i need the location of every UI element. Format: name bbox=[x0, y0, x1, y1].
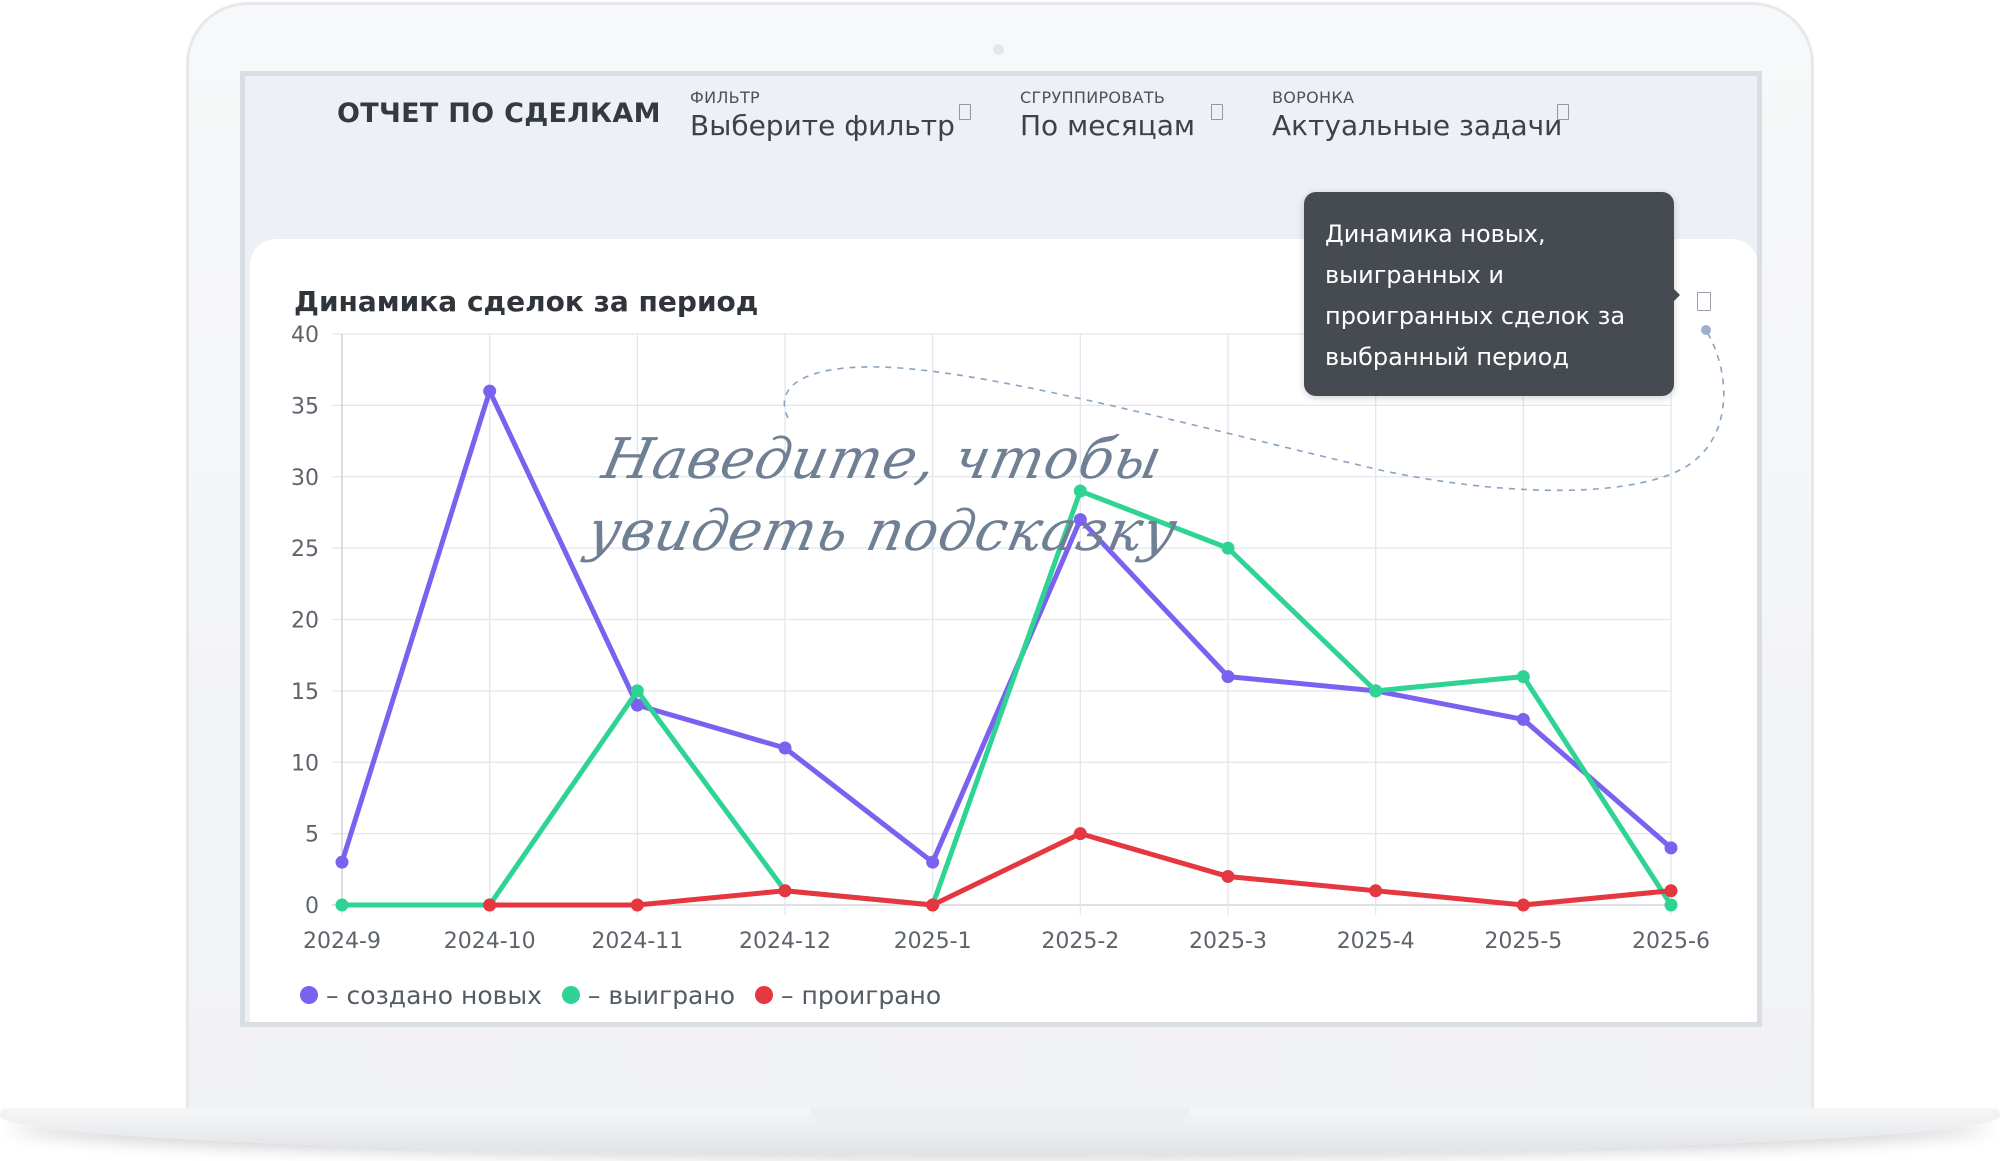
data-point[interactable] bbox=[1516, 898, 1530, 912]
data-point[interactable] bbox=[1369, 684, 1383, 698]
data-point[interactable] bbox=[1516, 712, 1530, 726]
data-point[interactable] bbox=[1369, 884, 1383, 898]
legend-item-2[interactable]: – проиграно bbox=[755, 981, 941, 1010]
x-tick-label: 2024-9 bbox=[303, 929, 381, 954]
chart-legend: – создано новых – выиграно – проиграно bbox=[300, 978, 961, 1012]
data-point[interactable] bbox=[483, 898, 497, 912]
tooltip-line-4: выбранный период bbox=[1325, 343, 1569, 371]
data-point[interactable] bbox=[335, 898, 349, 912]
x-tick-label: 2025-3 bbox=[1189, 929, 1267, 954]
x-tick-label: 2025-4 bbox=[1337, 929, 1415, 954]
data-point[interactable] bbox=[926, 855, 940, 869]
legend-dot bbox=[755, 986, 774, 1004]
data-point[interactable] bbox=[926, 898, 940, 912]
data-point[interactable] bbox=[630, 898, 644, 912]
y-tick-label: 5 bbox=[305, 823, 319, 848]
x-tick-label: 2025-1 bbox=[894, 929, 972, 954]
tooltip-line-2: выигранных и bbox=[1325, 261, 1505, 289]
x-tick-label: 2025-5 bbox=[1484, 929, 1562, 954]
y-tick-label: 35 bbox=[291, 394, 319, 419]
y-tick-label: 10 bbox=[291, 751, 319, 776]
legend-item-0[interactable]: – создано новых bbox=[300, 981, 542, 1010]
hint-line-2: увидеть подсказку bbox=[581, 499, 1184, 564]
legend-dot bbox=[561, 986, 580, 1004]
hint-line-1: Наведите, чтобы bbox=[596, 427, 1169, 492]
data-point[interactable] bbox=[778, 884, 792, 898]
y-tick-label: 30 bbox=[291, 466, 319, 491]
tooltip-line-3: проигранных сделок за bbox=[1325, 302, 1626, 330]
data-point[interactable] bbox=[630, 684, 644, 698]
tooltip-line-1: Динамика новых, bbox=[1325, 220, 1546, 248]
x-tick-label: 2025-6 bbox=[1632, 929, 1710, 954]
data-point[interactable] bbox=[778, 741, 792, 755]
legend-label: – выиграно bbox=[587, 980, 736, 1010]
x-tick-label: 2024-12 bbox=[739, 929, 831, 954]
data-point[interactable] bbox=[1664, 884, 1678, 898]
info-tooltip: Динамика новых, выигранных и проигранных… bbox=[1304, 192, 1674, 396]
x-tick-label: 2024-10 bbox=[444, 929, 536, 954]
data-point[interactable] bbox=[1664, 841, 1678, 855]
y-tick-label: 40 bbox=[291, 323, 319, 348]
x-tick-label: 2025-2 bbox=[1041, 929, 1119, 954]
x-tick-label: 2024-11 bbox=[591, 929, 683, 954]
data-point[interactable] bbox=[1221, 869, 1235, 883]
legend-label: – создано новых bbox=[326, 980, 542, 1010]
legend-item-1[interactable]: – выиграно bbox=[561, 980, 736, 1010]
y-tick-label: 20 bbox=[291, 609, 319, 634]
y-tick-label: 25 bbox=[291, 537, 319, 562]
data-point[interactable] bbox=[1516, 670, 1530, 684]
hover-hint: Наведите, чтобы увидеть подсказку bbox=[581, 424, 1200, 568]
tooltip-arrow bbox=[1673, 288, 1680, 302]
data-point[interactable] bbox=[335, 855, 349, 869]
data-point[interactable] bbox=[1221, 541, 1235, 555]
data-point[interactable] bbox=[1073, 827, 1087, 841]
data-point[interactable] bbox=[1664, 898, 1678, 912]
data-point[interactable] bbox=[1221, 670, 1235, 684]
legend-dot bbox=[300, 986, 318, 1004]
y-tick-label: 0 bbox=[305, 894, 319, 919]
y-tick-label: 15 bbox=[291, 680, 319, 705]
data-point[interactable] bbox=[483, 384, 497, 398]
legend-label: – проиграно bbox=[781, 980, 942, 1010]
chart-grid bbox=[332, 333, 1672, 915]
